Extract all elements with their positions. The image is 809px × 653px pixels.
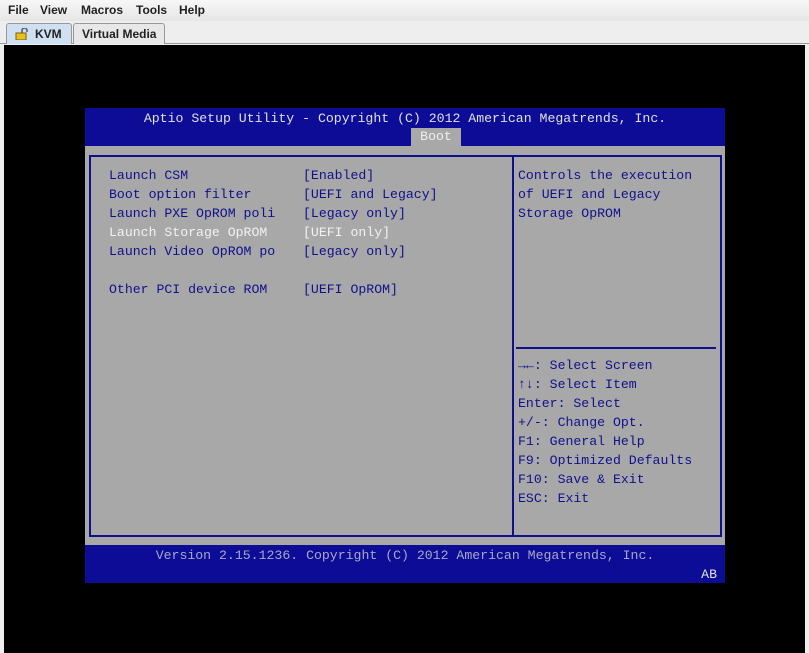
- setting-label[interactable]: Boot option filter: [109, 187, 251, 202]
- key-hint: Enter: Select: [518, 396, 621, 411]
- setting-label[interactable]: Other PCI device ROM: [109, 282, 267, 297]
- setting-label-selected[interactable]: Launch Storage OpROM: [109, 225, 267, 240]
- help-panel: Controls the execution of UEFI and Legac…: [512, 155, 722, 537]
- setting-value[interactable]: [UEFI OpROM]: [303, 282, 398, 297]
- setting-label[interactable]: Launch PXE OpROM poli: [109, 206, 275, 221]
- unlocked-padlock-icon: [15, 28, 28, 40]
- key-hint: +/-: Change Opt.: [518, 415, 645, 430]
- version-text: Version 2.15.1236. Copyright (C) 2012 Am…: [155, 548, 655, 563]
- menu-help[interactable]: Help: [179, 3, 205, 17]
- menu-bar: File View Macros Tools Help: [0, 0, 809, 21]
- key-hint: ↑↓: Select Item: [518, 377, 637, 392]
- key-hint: ESC: Exit: [518, 491, 590, 506]
- setting-value[interactable]: [Legacy only]: [303, 244, 406, 259]
- key-hint: F10: Save & Exit: [518, 472, 645, 487]
- bios-header: Aptio Setup Utility - Copyright (C) 2012…: [85, 108, 725, 146]
- setting-label[interactable]: Launch Video OpROM po: [109, 244, 275, 259]
- help-text: Storage OpROM: [518, 206, 621, 221]
- menu-tools[interactable]: Tools: [136, 3, 167, 17]
- bios-setup: Aptio Setup Utility - Copyright (C) 2012…: [85, 108, 725, 583]
- key-hint: →←: Select Screen: [518, 358, 653, 373]
- divider: [516, 347, 716, 349]
- setting-value[interactable]: [Legacy only]: [303, 206, 406, 221]
- menu-file[interactable]: File: [8, 3, 29, 17]
- setting-label[interactable]: Launch CSM: [109, 168, 188, 183]
- settings-panel: Launch CSM [Enabled] Boot option filter …: [89, 155, 514, 537]
- tab-bar: KVM Virtual Media: [0, 21, 809, 44]
- bios-title: Aptio Setup Utility - Copyright (C) 2012…: [143, 111, 667, 126]
- indicator-text: AB: [701, 567, 717, 582]
- tab-kvm-label: KVM: [35, 27, 62, 41]
- help-text: of UEFI and Legacy: [518, 187, 661, 202]
- bios-tab-boot[interactable]: Boot: [411, 128, 461, 146]
- setting-value-selected[interactable]: [UEFI only]: [303, 225, 390, 240]
- tab-kvm[interactable]: KVM: [6, 23, 72, 44]
- tab-virtual-media[interactable]: Virtual Media: [73, 23, 166, 44]
- menu-macros[interactable]: Macros: [81, 3, 123, 17]
- menu-view[interactable]: View: [40, 3, 67, 17]
- setting-value[interactable]: [UEFI and Legacy]: [303, 187, 438, 202]
- help-text: Controls the execution: [518, 168, 693, 183]
- bios-footer: Version 2.15.1236. Copyright (C) 2012 Am…: [85, 545, 725, 583]
- setting-value[interactable]: [Enabled]: [303, 168, 374, 183]
- key-hint: F9: Optimized Defaults: [518, 453, 693, 468]
- key-hint: F1: General Help: [518, 434, 645, 449]
